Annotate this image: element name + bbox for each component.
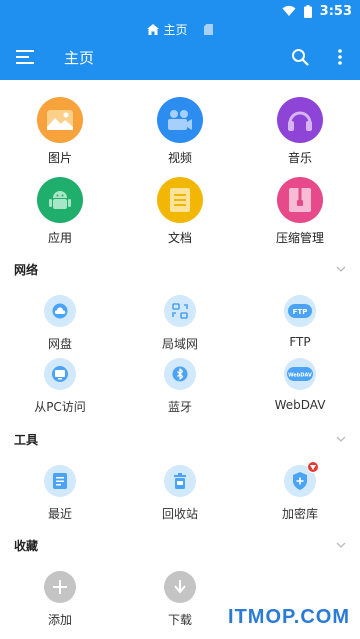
breadcrumb[interactable]: 主页 bbox=[0, 20, 360, 38]
tools-label: 最近 bbox=[47, 507, 72, 521]
status-bar: 3:53 bbox=[282, 0, 360, 22]
section-header-favorites[interactable]: 收藏 bbox=[0, 535, 360, 555]
chevron-down-icon[interactable] bbox=[336, 266, 346, 272]
tools-label: 回收站 bbox=[161, 507, 198, 521]
chevron-down-icon[interactable] bbox=[336, 436, 346, 442]
tools-item-recycle-bin[interactable]: 回收站 bbox=[120, 465, 240, 522]
network-row-2: 从PC访问 蓝牙 WebDAV WebDAV bbox=[0, 358, 360, 415]
hamburger-icon bbox=[16, 50, 34, 64]
home-icon bbox=[147, 23, 160, 35]
section-header-tools[interactable]: 工具 bbox=[0, 429, 360, 449]
network-item-lan[interactable]: 局域网 bbox=[120, 295, 240, 352]
library-label: 应用 bbox=[47, 231, 72, 245]
section-title: 工具 bbox=[14, 432, 39, 447]
network-row-1: 网盘 局域网 FTP FTP bbox=[0, 295, 360, 352]
library-row-1: 图片 视频 音乐 bbox=[0, 97, 360, 166]
network-item-cloud[interactable]: 网盘 bbox=[0, 295, 120, 352]
breadcrumb-current[interactable]: 主页 bbox=[163, 21, 187, 38]
section-title: 网络 bbox=[14, 262, 39, 277]
status-time: 3:53 bbox=[319, 3, 352, 19]
music-icon bbox=[277, 97, 323, 143]
section-title: 收藏 bbox=[14, 538, 39, 553]
archive-icon bbox=[277, 177, 323, 223]
recent-icon bbox=[44, 465, 76, 497]
toolbar: 主页 bbox=[0, 40, 360, 74]
library-item-apps[interactable]: 应用 bbox=[0, 177, 120, 246]
monitor-icon bbox=[44, 358, 76, 390]
favorites-item-add[interactable]: 添加 bbox=[0, 571, 120, 628]
tools-row: 最近 回收站 加密库 bbox=[0, 461, 360, 522]
network-label: 局域网 bbox=[161, 337, 198, 351]
network-label: 蓝牙 bbox=[167, 400, 192, 414]
tools-label: 加密库 bbox=[281, 507, 318, 521]
tools-item-recent[interactable]: 最近 bbox=[0, 465, 120, 522]
library-label: 图片 bbox=[47, 151, 72, 165]
library-item-documents[interactable]: 文档 bbox=[120, 177, 240, 246]
library-item-videos[interactable]: 视频 bbox=[120, 97, 240, 166]
network-label: FTP bbox=[289, 335, 311, 349]
library-item-images[interactable]: 图片 bbox=[0, 97, 120, 166]
wifi-icon bbox=[282, 5, 296, 16]
watermark: ITMOP.COM bbox=[228, 606, 350, 628]
ftp-icon-text: FTP bbox=[293, 308, 308, 316]
tools-item-vault[interactable]: 加密库 bbox=[240, 461, 360, 522]
library-item-music[interactable]: 音乐 bbox=[240, 97, 360, 166]
network-item-bluetooth[interactable]: 蓝牙 bbox=[120, 358, 240, 415]
network-label: 网盘 bbox=[47, 337, 72, 351]
favorites-label: 下载 bbox=[167, 613, 192, 627]
page-title: 主页 bbox=[64, 48, 95, 67]
more-options-button[interactable] bbox=[320, 40, 360, 74]
library-item-archives[interactable]: 压缩管理 bbox=[240, 177, 360, 246]
section-header-network[interactable]: 网络 bbox=[0, 259, 360, 279]
lan-icon bbox=[164, 295, 196, 327]
network-item-pc-access[interactable]: 从PC访问 bbox=[0, 358, 120, 415]
download-icon bbox=[164, 571, 196, 603]
network-label: WebDAV bbox=[274, 398, 326, 412]
favorites-item-download[interactable]: 下载 bbox=[120, 571, 240, 628]
search-button[interactable] bbox=[280, 40, 320, 74]
favorites-label: 添加 bbox=[47, 613, 72, 627]
sd-card-icon bbox=[203, 23, 213, 35]
network-label: 从PC访问 bbox=[34, 400, 86, 414]
more-vert-icon bbox=[338, 49, 342, 65]
library-label: 压缩管理 bbox=[275, 231, 324, 245]
library-label: 文档 bbox=[167, 231, 192, 245]
webdav-icon-text: WebDAV bbox=[288, 373, 312, 379]
app-bar: 3:53 主页 主页 bbox=[0, 0, 360, 80]
android-icon bbox=[37, 177, 83, 223]
battery-icon bbox=[303, 4, 312, 18]
network-item-ftp[interactable]: FTP FTP bbox=[240, 295, 360, 352]
recycle-bin-icon bbox=[164, 465, 196, 497]
document-icon bbox=[157, 177, 203, 223]
image-icon bbox=[37, 97, 83, 143]
cloud-icon bbox=[44, 295, 76, 327]
search-icon bbox=[292, 49, 309, 66]
ftp-icon: FTP bbox=[284, 295, 316, 327]
bluetooth-icon bbox=[164, 358, 196, 390]
alert-badge-icon bbox=[307, 461, 319, 473]
video-icon bbox=[157, 97, 203, 143]
network-item-webdav[interactable]: WebDAV WebDAV bbox=[240, 358, 360, 415]
add-icon bbox=[44, 571, 76, 603]
menu-button[interactable] bbox=[0, 40, 50, 74]
library-row-2: 应用 文档 压缩管理 bbox=[0, 177, 360, 246]
chevron-down-icon[interactable] bbox=[336, 542, 346, 548]
library-label: 音乐 bbox=[287, 151, 312, 165]
vault-icon bbox=[284, 461, 319, 497]
webdav-icon: WebDAV bbox=[284, 358, 316, 390]
library-label: 视频 bbox=[167, 151, 192, 165]
